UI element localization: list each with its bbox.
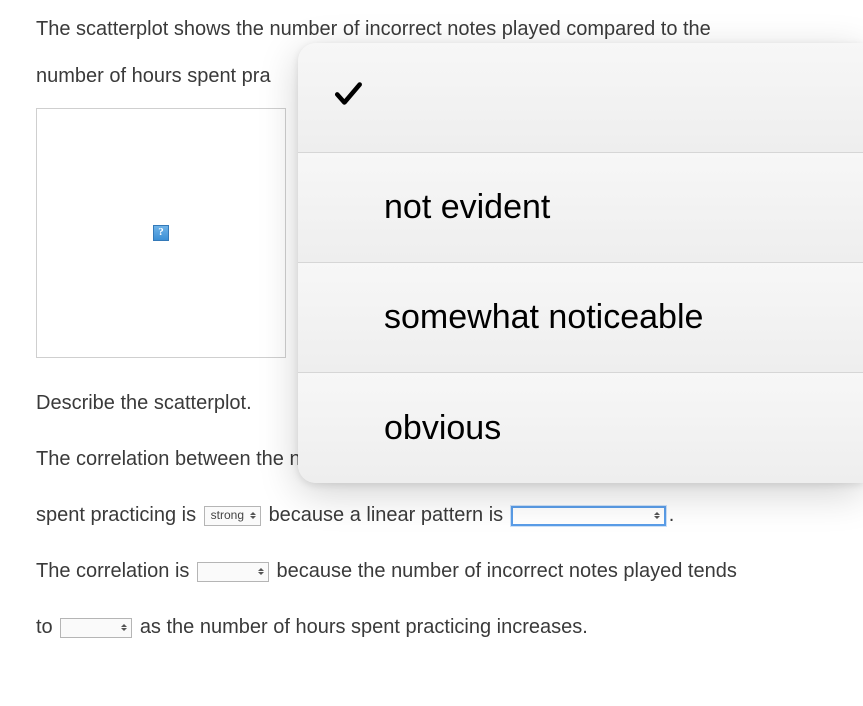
- s2-part4: as the number of hours spent practicing …: [140, 616, 588, 638]
- dropdown-option-somewhat-noticeable[interactable]: somewhat noticeable: [298, 263, 863, 373]
- updown-icon: [257, 566, 265, 578]
- intro-line1: The scatterplot shows the number of inco…: [36, 18, 711, 40]
- updown-icon: [653, 510, 661, 522]
- dropdown-option-label: somewhat noticeable: [384, 298, 703, 337]
- dropdown-option-label: obvious: [384, 409, 501, 448]
- dropdown-option-blank[interactable]: [298, 43, 863, 153]
- s1-part3: because a linear pattern is: [269, 504, 504, 526]
- linear-pattern-select[interactable]: [511, 506, 666, 526]
- correlation-sign-select[interactable]: [197, 562, 269, 582]
- s2-part2: because the number of incorrect notes pl…: [277, 560, 737, 582]
- dropdown-option-obvious[interactable]: obvious: [298, 373, 863, 483]
- intro-line2: number of hours spent pra: [36, 65, 271, 87]
- dropdown-option-label: not evident: [384, 188, 550, 227]
- correlation-strength-value: strong: [211, 499, 244, 533]
- fill-sentence-2: The correlation is because the number of…: [36, 543, 827, 655]
- updown-icon: [249, 510, 257, 522]
- missing-image-icon: ?: [153, 225, 169, 241]
- dropdown-option-not-evident[interactable]: not evident: [298, 153, 863, 263]
- select-dropdown-overlay: not evident somewhat noticeable obvious: [298, 43, 863, 483]
- correlation-strength-select[interactable]: strong: [204, 506, 261, 526]
- tendency-select[interactable]: [60, 618, 132, 638]
- updown-icon: [120, 622, 128, 634]
- scatterplot-image-box: ?: [36, 108, 286, 358]
- s2-part3: to: [36, 616, 53, 638]
- missing-image-glyph: ?: [158, 220, 164, 246]
- s1-period: .: [669, 504, 675, 526]
- checkmark-icon: [330, 75, 366, 120]
- s2-part1: The correlation is: [36, 560, 189, 582]
